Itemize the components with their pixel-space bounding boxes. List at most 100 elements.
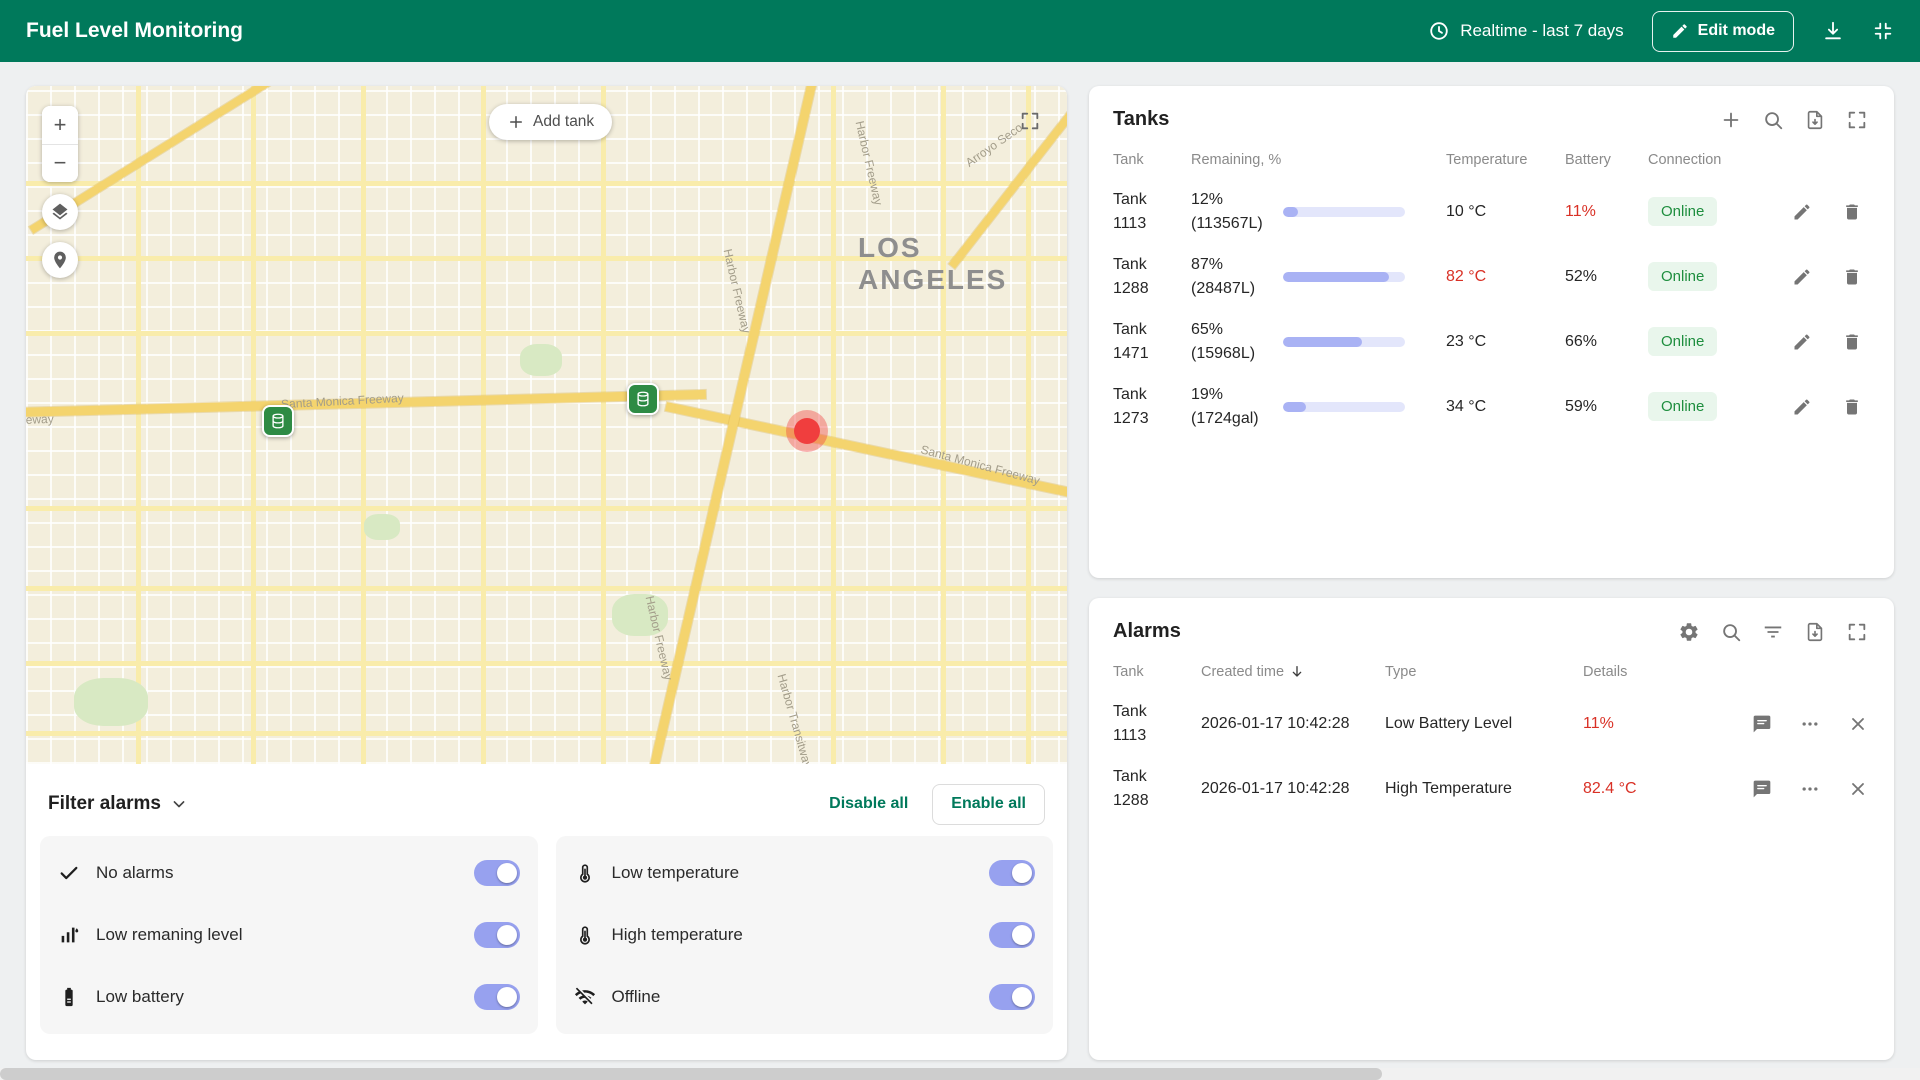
map-road <box>26 586 1067 591</box>
fullscreen-button[interactable] <box>1846 109 1868 131</box>
alarm-details: 11% <box>1583 715 1724 733</box>
edit-tank-button[interactable] <box>1792 202 1812 222</box>
alarm-created-time: 2026-01-17 10:42:28 <box>1201 715 1385 733</box>
table-row[interactable]: Tank 1273 19% (1724gal) 34 °C 59% Online <box>1089 374 1894 439</box>
map-road <box>831 86 836 764</box>
column-temperature[interactable]: Temperature <box>1446 152 1565 168</box>
filter-label: Low temperature <box>612 863 740 883</box>
timewindow-button[interactable]: Realtime - last 7 days <box>1428 20 1623 42</box>
add-entity-button[interactable] <box>1720 109 1742 131</box>
status-badge: Online <box>1648 327 1717 356</box>
column-details[interactable]: Details <box>1583 664 1724 680</box>
edit-mode-button[interactable]: Edit mode <box>1652 11 1794 52</box>
tank-icon <box>634 390 652 408</box>
column-battery[interactable]: Battery <box>1565 152 1648 168</box>
layers-icon <box>50 202 70 222</box>
zoom-out-button[interactable]: − <box>42 145 78 183</box>
tanks-title: Tanks <box>1113 108 1169 131</box>
scrollbar-thumb[interactable] <box>0 1068 1382 1080</box>
column-connection[interactable]: Connection <box>1648 152 1784 168</box>
delete-tank-button[interactable] <box>1842 397 1862 417</box>
page-title: Fuel Level Monitoring <box>26 19 243 43</box>
high-temperature-toggle[interactable] <box>989 922 1035 948</box>
exit-fullscreen-button[interactable] <box>1872 20 1894 42</box>
pencil-icon <box>1792 397 1812 417</box>
tank-temperature: 23 °C <box>1446 333 1565 351</box>
offline-icon <box>574 986 596 1008</box>
download-button[interactable] <box>1822 20 1844 42</box>
map-road <box>361 86 366 764</box>
map[interactable]: Santa Monica Freeway Santa Monica Freewa… <box>26 86 1067 764</box>
filter-alarms-dropdown[interactable]: Filter alarms <box>48 793 189 815</box>
offline-toggle[interactable] <box>989 984 1035 1010</box>
export-icon <box>1804 621 1826 643</box>
search-button[interactable] <box>1762 109 1784 131</box>
no-alarms-toggle[interactable] <box>474 860 520 886</box>
filter-group-right: Low temperature High temperature Offline <box>556 836 1054 1034</box>
comment-button[interactable] <box>1752 779 1772 799</box>
delete-tank-button[interactable] <box>1842 202 1862 222</box>
delete-tank-button[interactable] <box>1842 267 1862 287</box>
tank-temperature: 10 °C <box>1446 203 1565 221</box>
more-actions-button[interactable] <box>1800 714 1820 734</box>
edit-tank-button[interactable] <box>1792 267 1812 287</box>
comment-button[interactable] <box>1752 714 1772 734</box>
gear-icon <box>1678 621 1700 643</box>
tank-marker[interactable] <box>627 383 659 415</box>
export-button[interactable] <box>1804 621 1826 643</box>
table-row[interactable]: Tank 1471 65% (15968L) 23 °C 66% Online <box>1089 309 1894 374</box>
check-icon <box>58 862 80 884</box>
tank-level-bar <box>1283 402 1446 412</box>
clear-alarm-button[interactable] <box>1848 714 1868 734</box>
settings-button[interactable] <box>1678 621 1700 643</box>
map-park <box>520 344 562 376</box>
disable-all-button[interactable]: Disable all <box>815 787 922 821</box>
locate-button[interactable] <box>42 242 78 278</box>
map-fullscreen-button[interactable] <box>1019 110 1041 132</box>
alarm-details: 82.4 °C <box>1583 780 1724 798</box>
enable-all-button[interactable]: Enable all <box>932 784 1045 825</box>
table-row[interactable]: Tank 1288 2026-01-17 10:42:28 High Tempe… <box>1089 756 1894 821</box>
tank-marker[interactable] <box>262 405 294 437</box>
close-icon <box>1848 779 1868 799</box>
low-battery-toggle[interactable] <box>474 984 520 1010</box>
add-tank-button[interactable]: Add tank <box>489 104 612 140</box>
low-remaining-level-toggle[interactable] <box>474 922 520 948</box>
column-remaining[interactable]: Remaining, % <box>1191 152 1283 168</box>
map-road <box>26 506 1067 511</box>
zoom-in-button[interactable]: + <box>42 106 78 144</box>
tank-connection: Online <box>1648 197 1784 226</box>
column-tank[interactable]: Tank <box>1113 664 1201 680</box>
edit-tank-button[interactable] <box>1792 332 1812 352</box>
tank-temperature: 34 °C <box>1446 398 1565 416</box>
column-created-time[interactable]: Created time <box>1201 664 1385 680</box>
table-row[interactable]: Tank 1113 2026-01-17 10:42:28 Low Batter… <box>1089 691 1894 756</box>
fullscreen-button[interactable] <box>1846 621 1868 643</box>
dashboard: Santa Monica Freeway Santa Monica Freewa… <box>0 62 1920 1060</box>
plus-icon <box>507 113 525 131</box>
filter-high-temperature: High temperature <box>574 904 1036 966</box>
column-tank[interactable]: Tank <box>1113 152 1191 168</box>
table-row[interactable]: Tank 1288 87% (28487L) 82 °C 52% Online <box>1089 244 1894 309</box>
filter-label: Low remaning level <box>96 925 242 945</box>
edit-tank-button[interactable] <box>1792 397 1812 417</box>
export-button[interactable] <box>1804 109 1826 131</box>
table-row[interactable]: Tank 1113 12% (113567L) 10 °C 11% Online <box>1089 179 1894 244</box>
column-type[interactable]: Type <box>1385 664 1583 680</box>
alarm-marker[interactable] <box>786 410 828 452</box>
map-road <box>941 86 946 764</box>
tank-level-bar <box>1283 337 1446 347</box>
more-actions-button[interactable] <box>1800 779 1820 799</box>
clear-alarm-button[interactable] <box>1848 779 1868 799</box>
delete-tank-button[interactable] <box>1842 332 1862 352</box>
search-button[interactable] <box>1720 621 1742 643</box>
horizontal-scrollbar[interactable] <box>0 1068 1920 1080</box>
tank-battery: 59% <box>1565 398 1648 416</box>
layers-button[interactable] <box>42 194 78 230</box>
low-temperature-toggle[interactable] <box>989 860 1035 886</box>
alarm-type: Low Battery Level <box>1385 715 1583 733</box>
tank-battery: 66% <box>1565 333 1648 351</box>
filter-button[interactable] <box>1762 621 1784 643</box>
trash-icon <box>1842 397 1862 417</box>
battery-icon <box>58 986 80 1008</box>
